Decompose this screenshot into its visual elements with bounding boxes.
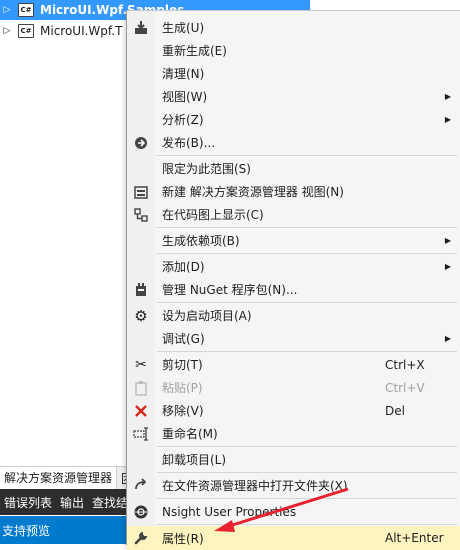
menu-item-debug[interactable]: 调试(G) ▶ bbox=[127, 327, 460, 350]
menu-item-analyze[interactable]: 分析(Z) ▶ bbox=[127, 108, 460, 131]
csharp-project-icon: C# bbox=[18, 24, 34, 38]
submenu-arrow-icon: ▶ bbox=[444, 92, 451, 101]
tab-find-results[interactable]: 查找结 bbox=[88, 494, 126, 511]
expand-arrow-icon[interactable]: ▷ bbox=[0, 26, 14, 36]
tab-output[interactable]: 输出 bbox=[56, 494, 88, 511]
status-text: 支持预览 bbox=[2, 523, 51, 538]
csharp-project-icon: C# bbox=[18, 3, 34, 17]
menu-separator bbox=[157, 524, 457, 525]
wrench-icon bbox=[131, 528, 151, 548]
expand-arrow-icon[interactable]: ▷ bbox=[0, 5, 14, 15]
menu-item-view[interactable]: 视图(W) ▶ bbox=[127, 85, 460, 108]
menu-separator bbox=[157, 498, 457, 499]
tab-team[interactable]: 团 bbox=[117, 470, 126, 487]
status-bar: 支持预览 bbox=[0, 516, 128, 544]
menu-item-publish[interactable]: 发布(B)... bbox=[127, 131, 460, 154]
nsight-icon bbox=[131, 502, 151, 522]
menu-separator bbox=[157, 472, 457, 473]
menu-item-add[interactable]: 添加(D) ▶ bbox=[127, 255, 460, 278]
menu-item-build[interactable]: 生成(U) bbox=[127, 16, 460, 39]
nuget-icon bbox=[131, 280, 151, 300]
menu-item-paste[interactable]: 粘贴(P) Ctrl+V bbox=[127, 376, 460, 399]
menu-item-cut[interactable]: ✂ 剪切(T) Ctrl+X bbox=[127, 353, 460, 376]
menu-item-nsight[interactable]: Nsight User Properties bbox=[127, 500, 460, 523]
menu-item-unload[interactable]: 卸载项目(L) bbox=[127, 448, 460, 471]
menu-item-code-map[interactable]: 在代码图上显示(C) bbox=[127, 203, 460, 226]
submenu-arrow-icon: ▶ bbox=[444, 236, 451, 245]
menu-separator bbox=[157, 253, 457, 254]
menu-separator bbox=[157, 302, 457, 303]
menu-item-open-folder[interactable]: 在文件资源管理器中打开文件夹(X) bbox=[127, 474, 460, 497]
remove-icon bbox=[131, 401, 151, 421]
menu-item-build-dependencies[interactable]: 生成依赖项(B) ▶ bbox=[127, 229, 460, 252]
menu-separator bbox=[157, 446, 457, 447]
menu-item-clean[interactable]: 清理(N) bbox=[127, 62, 460, 85]
submenu-arrow-icon: ▶ bbox=[444, 262, 451, 271]
menu-separator bbox=[157, 351, 457, 352]
menu-separator bbox=[157, 155, 457, 156]
bottom-tabs: 错误列表 输出 查找结 bbox=[0, 489, 126, 515]
paste-icon bbox=[131, 378, 151, 398]
menu-item-set-startup[interactable]: ⚙ 设为启动项目(A) bbox=[127, 304, 460, 327]
menu-item-remove[interactable]: 移除(V) Del bbox=[127, 399, 460, 422]
submenu-arrow-icon: ▶ bbox=[444, 115, 451, 124]
scissors-icon: ✂ bbox=[135, 356, 147, 373]
context-menu: 生成(U) 重新生成(E) 清理(N) 视图(W) ▶ 分析(Z) ▶ 发布(B… bbox=[126, 10, 460, 550]
menu-item-rename[interactable]: 重命名(M) bbox=[127, 422, 460, 445]
code-map-icon bbox=[131, 205, 151, 225]
menu-item-scope[interactable]: 限定为此范围(S) bbox=[127, 157, 460, 180]
gear-icon: ⚙ bbox=[134, 306, 148, 325]
new-view-icon bbox=[131, 182, 151, 202]
tree-item-label: MicroUI.Wpf.T bbox=[40, 24, 123, 38]
tree-item-t[interactable]: ▷ C# MicroUI.Wpf.T bbox=[0, 21, 122, 41]
menu-item-new-view[interactable]: 新建 解决方案资源管理器 视图(N) bbox=[127, 180, 460, 203]
tab-solution-explorer[interactable]: 解决方案资源管理器 bbox=[0, 467, 118, 489]
submenu-arrow-icon: ▶ bbox=[444, 334, 451, 343]
tab-error-list[interactable]: 错误列表 bbox=[0, 494, 56, 511]
open-folder-icon bbox=[131, 476, 151, 496]
menu-item-rebuild[interactable]: 重新生成(E) bbox=[127, 39, 460, 62]
build-icon bbox=[131, 18, 151, 38]
menu-item-properties[interactable]: 属性(R) Alt+Enter bbox=[127, 526, 460, 550]
publish-icon bbox=[131, 133, 151, 153]
menu-item-nuget[interactable]: 管理 NuGet 程序包(N)... bbox=[127, 278, 460, 301]
rename-icon bbox=[131, 424, 151, 444]
menu-separator bbox=[157, 227, 457, 228]
panel-tabs: 解决方案资源管理器 团 bbox=[0, 466, 126, 489]
